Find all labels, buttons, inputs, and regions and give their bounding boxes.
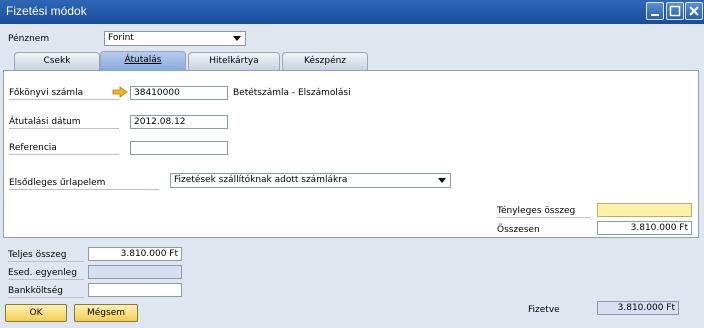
currency-value: Forint — [108, 33, 134, 43]
total-label: Összesen — [497, 225, 540, 235]
currency-select[interactable]: Forint — [104, 31, 246, 46]
divider — [9, 189, 159, 190]
divider — [9, 128, 119, 129]
total-amount-value[interactable]: 3.810.000 Ft — [88, 247, 182, 261]
divider — [8, 279, 84, 280]
tab-credit-card[interactable]: Hitelkártya — [188, 52, 280, 70]
minimize-button[interactable] — [646, 2, 664, 20]
gl-account-label: Főkönyvi számla — [9, 88, 84, 98]
reference-label: Referencia — [9, 143, 57, 153]
gl-account-description: Betétszámla - Elszámolási — [233, 88, 351, 98]
bank-fee-label: Bankköltség — [8, 286, 63, 296]
minimize-icon — [651, 14, 659, 16]
transfer-date-label: Átutalási dátum — [9, 117, 81, 127]
divider — [9, 99, 119, 100]
close-button[interactable] — [685, 2, 703, 20]
chevron-down-icon — [233, 36, 241, 41]
window-title: Fizetési módok — [6, 4, 87, 18]
due-balance-label: Esed. egyenleg — [8, 268, 77, 278]
paid-label: Fizetve — [528, 305, 560, 315]
cancel-button[interactable]: Mégsem — [74, 304, 138, 322]
tab-transfer[interactable]: Átutalás — [100, 51, 186, 71]
total-amount-label: Teljes összeg — [8, 250, 67, 260]
primary-form-label: Elsődleges űrlapelem — [9, 178, 106, 188]
tab-check[interactable]: Csekk — [14, 52, 100, 70]
link-arrow-icon[interactable] — [112, 86, 128, 98]
divider — [8, 297, 84, 298]
due-balance-value — [88, 265, 182, 279]
paid-value: 3.810.000 Ft — [597, 301, 679, 315]
close-icon — [689, 6, 699, 16]
tab-cash[interactable]: Készpénz — [282, 52, 368, 70]
title-bar — [0, 0, 704, 24]
primary-form-select[interactable]: Fizetések szállítóknak adott számlákra — [170, 173, 451, 188]
tab-label: Hitelkártya — [209, 56, 259, 66]
chevron-down-icon — [438, 178, 446, 183]
maximize-button[interactable] — [666, 2, 684, 20]
reference-input[interactable] — [130, 141, 228, 155]
maximize-icon — [669, 5, 681, 17]
transfer-date-input[interactable]: 2012.08.12 — [130, 115, 228, 129]
primary-form-value: Fizetések szállítóknak adott számlákra — [174, 175, 348, 185]
total-value[interactable]: 3.810.000 Ft — [597, 221, 692, 235]
actual-amount-input[interactable] — [597, 203, 692, 217]
tab-label: Készpénz — [303, 56, 347, 66]
actual-amount-label: Tényleges összeg — [497, 206, 576, 216]
tab-label: Átutalás — [124, 55, 162, 65]
currency-label: Pénznem — [8, 34, 50, 44]
tab-label: Csekk — [43, 56, 71, 66]
divider — [8, 261, 84, 262]
gl-account-input[interactable]: 38410000 — [130, 86, 228, 100]
divider — [497, 217, 591, 218]
ok-button[interactable]: OK — [5, 304, 67, 322]
divider — [9, 154, 119, 155]
bank-fee-input[interactable] — [88, 283, 182, 297]
